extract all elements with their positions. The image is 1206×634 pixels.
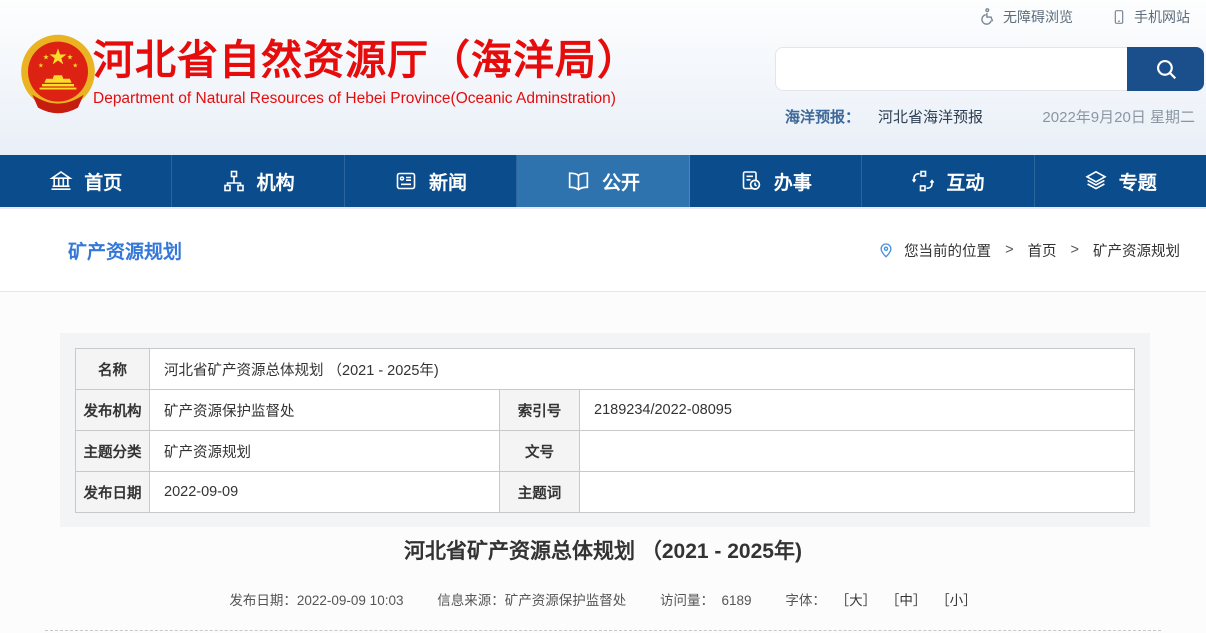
home-icon bbox=[49, 169, 73, 193]
article-meta: 发布日期：2022-09-09 10:03 信息来源：矿产资源保护监督处 访问量… bbox=[0, 589, 1206, 609]
mobile-site-link[interactable]: 手机网站 bbox=[1111, 7, 1190, 27]
field-label-name: 名称 bbox=[76, 349, 150, 390]
nav-item-news[interactable]: 新闻 bbox=[345, 155, 517, 207]
forecast-label: 海洋预报： bbox=[785, 106, 860, 127]
font-size-medium-button[interactable]: ［中］ bbox=[886, 593, 927, 608]
field-label-category: 主题分类 bbox=[76, 431, 150, 472]
font-size-large-button[interactable]: ［大］ bbox=[836, 593, 877, 608]
field-value-pubdate: 2022-09-09 bbox=[150, 472, 500, 513]
table-row: 主题分类 矿产资源规划 文号 bbox=[76, 431, 1135, 472]
site-header: 无障碍浏览 手机网站 ★ ★ ★ ★ 河北省自然 bbox=[0, 0, 1206, 155]
document-info-table: 名称 河北省矿产资源总体规划 （2021 - 2025年) 发布机构 矿产资源保… bbox=[75, 348, 1135, 513]
publish-date: 发布日期：2022-09-09 10:03 bbox=[229, 593, 403, 608]
field-label-docnumber: 文号 bbox=[500, 431, 580, 472]
field-value-name: 河北省矿产资源总体规划 （2021 - 2025年) bbox=[150, 349, 1135, 390]
site-subtitle: Department of Natural Resources of Hebei… bbox=[93, 90, 639, 108]
nav-label: 首页 bbox=[84, 168, 122, 195]
accessibility-label: 无障碍浏览 bbox=[1003, 7, 1073, 27]
nav-item-public[interactable]: 公开 bbox=[517, 155, 689, 207]
field-label-keywords: 主题词 bbox=[500, 472, 580, 513]
site-title-block: 河北省自然资源厅（海洋局） Department of Natural Reso… bbox=[93, 38, 639, 108]
field-label-index: 索引号 bbox=[500, 390, 580, 431]
mobile-site-label: 手机网站 bbox=[1134, 7, 1190, 27]
nav-label: 互动 bbox=[946, 168, 984, 195]
open-book-icon bbox=[566, 169, 591, 194]
visit-count: 访问量： 6189 bbox=[660, 593, 752, 608]
field-label-issuer: 发布机构 bbox=[76, 390, 150, 431]
nav-item-org[interactable]: 机构 bbox=[172, 155, 344, 207]
breadcrumb-separator: > bbox=[1005, 242, 1013, 258]
forecast-link[interactable]: 河北省海洋预报 bbox=[878, 106, 983, 127]
dashed-divider bbox=[45, 630, 1161, 631]
article-title: 河北省矿产资源总体规划 （2021 - 2025年) bbox=[0, 535, 1206, 565]
field-value-keywords bbox=[580, 472, 1135, 513]
layers-icon bbox=[1084, 169, 1108, 193]
font-size-label: 字体： bbox=[785, 593, 826, 608]
breadcrumb-prefix: 您当前的位置 bbox=[904, 240, 991, 261]
breadcrumb: 您当前的位置 > 首页 > 矿产资源规划 bbox=[877, 240, 1180, 261]
svg-text:★: ★ bbox=[38, 63, 44, 70]
table-row: 发布机构 矿产资源保护监督处 索引号 2189234/2022-08095 bbox=[76, 390, 1135, 431]
topbar: 无障碍浏览 手机网站 bbox=[0, 0, 1206, 33]
forecast-row: 海洋预报： 河北省海洋预报 2022年9月20日 星期二 bbox=[785, 106, 1195, 127]
field-value-index: 2189234/2022-08095 bbox=[580, 390, 1135, 431]
nav-label: 公开 bbox=[602, 168, 640, 195]
svg-text:★: ★ bbox=[67, 53, 73, 62]
font-size-control: 字体： ［大］ ［中］ ［小］ bbox=[785, 593, 976, 608]
search-input[interactable] bbox=[775, 47, 1127, 91]
table-row: 发布日期 2022-09-09 主题词 bbox=[76, 472, 1135, 513]
font-size-small-button[interactable]: ［小］ bbox=[936, 593, 977, 608]
cycle-arrows-icon bbox=[911, 169, 935, 193]
breadcrumb-current: 矿产资源规划 bbox=[1093, 240, 1180, 261]
content-area: 名称 河北省矿产资源总体规划 （2021 - 2025年) 发布机构 矿产资源保… bbox=[0, 292, 1206, 633]
field-value-issuer: 矿产资源保护监督处 bbox=[150, 390, 500, 431]
page-title: 矿产资源规划 bbox=[68, 237, 182, 264]
location-pin-icon bbox=[877, 241, 895, 259]
nav-label: 专题 bbox=[1119, 168, 1157, 195]
site-title: 河北省自然资源厅（海洋局） bbox=[93, 38, 639, 83]
main-nav: 首页 机构 新闻 公开 bbox=[0, 155, 1206, 207]
org-chart-icon bbox=[222, 169, 246, 193]
search-button[interactable] bbox=[1127, 47, 1204, 91]
field-value-category: 矿产资源规划 bbox=[150, 431, 500, 472]
nav-item-services[interactable]: 办事 bbox=[690, 155, 862, 207]
nav-label: 新闻 bbox=[429, 168, 467, 195]
field-label-pubdate: 发布日期 bbox=[76, 472, 150, 513]
search-icon bbox=[1153, 56, 1179, 82]
breadcrumb-home[interactable]: 首页 bbox=[1028, 240, 1057, 261]
nav-label: 办事 bbox=[774, 168, 812, 195]
svg-text:★: ★ bbox=[43, 53, 49, 62]
nav-item-topics[interactable]: 专题 bbox=[1035, 155, 1206, 207]
svg-text:★: ★ bbox=[72, 63, 78, 70]
national-emblem-logo: ★ ★ ★ ★ bbox=[18, 32, 98, 116]
current-date: 2022年9月20日 星期二 bbox=[1042, 106, 1195, 127]
document-clock-icon bbox=[739, 169, 763, 193]
wheelchair-icon bbox=[977, 7, 996, 26]
search-bar bbox=[775, 47, 1204, 91]
section-bar: 矿产资源规划 您当前的位置 > 首页 > 矿产资源规划 bbox=[0, 207, 1206, 292]
nav-label: 机构 bbox=[257, 168, 295, 195]
accessibility-link[interactable]: 无障碍浏览 bbox=[977, 7, 1073, 27]
info-panel: 名称 河北省矿产资源总体规划 （2021 - 2025年) 发布机构 矿产资源保… bbox=[60, 333, 1150, 527]
nav-item-home[interactable]: 首页 bbox=[0, 155, 172, 207]
field-value-docnumber bbox=[580, 431, 1135, 472]
nav-item-interact[interactable]: 互动 bbox=[862, 155, 1034, 207]
news-icon bbox=[394, 169, 418, 193]
info-source: 信息来源：矿产资源保护监督处 bbox=[437, 593, 626, 608]
mobile-phone-icon bbox=[1111, 8, 1127, 26]
breadcrumb-separator: > bbox=[1071, 242, 1079, 258]
table-row: 名称 河北省矿产资源总体规划 （2021 - 2025年) bbox=[76, 349, 1135, 390]
